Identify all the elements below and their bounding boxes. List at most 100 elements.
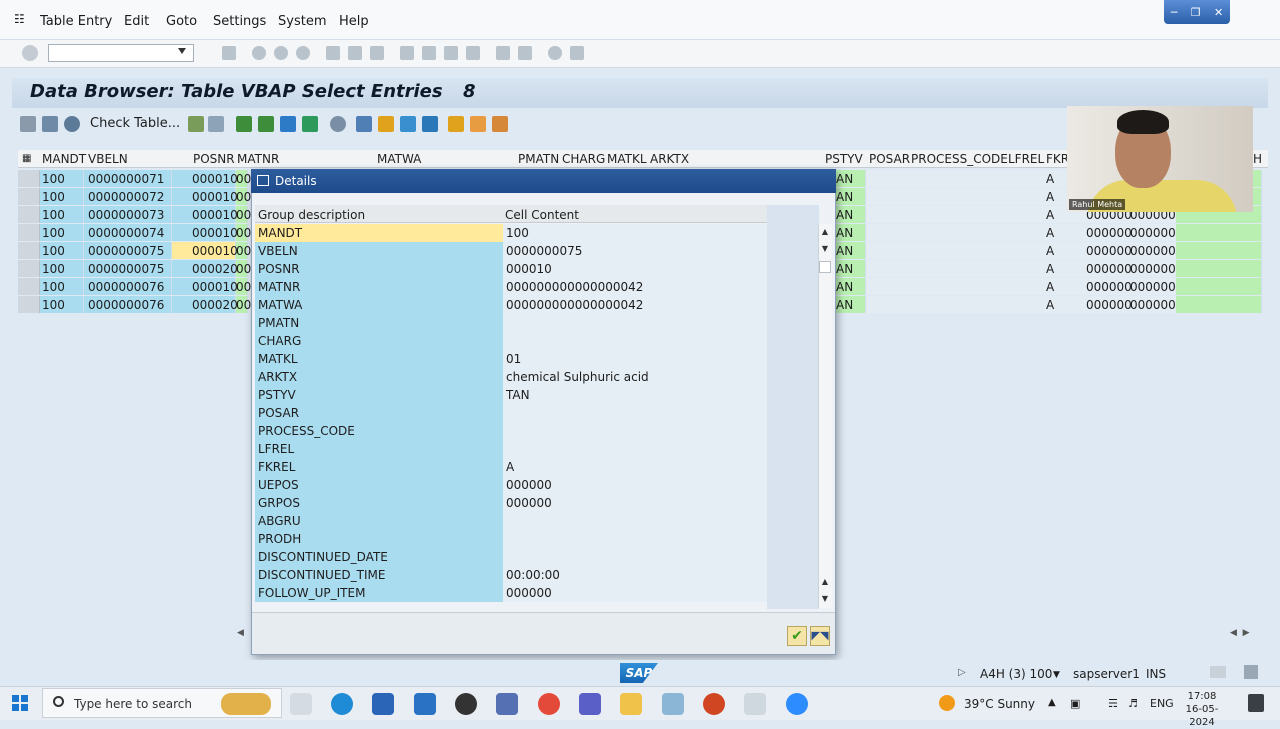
lock-icon[interactable] bbox=[1244, 665, 1258, 679]
cell-content[interactable]: 000000 bbox=[503, 584, 767, 602]
last-page-icon[interactable] bbox=[466, 46, 480, 60]
cell-grpos[interactable]: 000000 bbox=[1130, 262, 1176, 276]
cell-matnr[interactable]: 00 bbox=[236, 298, 251, 312]
cell-vbeln[interactable]: 0000000074 bbox=[88, 226, 164, 240]
check-table-button[interactable]: Check Table... bbox=[90, 116, 180, 131]
col-header-posnr[interactable]: POSNR bbox=[193, 152, 235, 166]
chevron-down-icon[interactable] bbox=[178, 48, 186, 54]
cell-pstyv[interactable]: AN bbox=[836, 244, 853, 258]
edge-icon[interactable] bbox=[331, 693, 353, 715]
cell-posnr[interactable]: 000010 bbox=[192, 226, 238, 240]
group-description[interactable]: MANDT bbox=[255, 224, 503, 242]
list-item[interactable]: DISCONTINUED_DATE bbox=[255, 548, 767, 566]
list-item[interactable]: ABGRU bbox=[255, 512, 767, 530]
menu-help[interactable]: Help bbox=[339, 14, 369, 29]
cell-content[interactable] bbox=[503, 530, 767, 548]
cell-content[interactable] bbox=[503, 512, 767, 530]
scroll-right-icon[interactable]: ◀ ▶ bbox=[1230, 628, 1262, 642]
taskbar-search[interactable]: Type here to search bbox=[42, 688, 282, 718]
cell-content[interactable] bbox=[503, 332, 767, 350]
cell-pstyv[interactable]: AN bbox=[836, 226, 853, 240]
exit-icon[interactable] bbox=[274, 46, 288, 60]
cell-content[interactable]: 000000 bbox=[503, 476, 767, 494]
cell-posnr[interactable]: 000010 bbox=[192, 172, 238, 186]
app-icon[interactable] bbox=[496, 693, 518, 715]
col-header-charg[interactable]: CHARG bbox=[562, 152, 605, 166]
cell-content[interactable] bbox=[503, 422, 767, 440]
cell-content[interactable]: TAN bbox=[503, 386, 767, 404]
list-item[interactable]: DISCONTINUED_TIME 00:00:00 bbox=[255, 566, 767, 584]
display-icon[interactable] bbox=[20, 116, 36, 132]
cell-grpos[interactable]: 000000 bbox=[1130, 226, 1176, 240]
continue-button[interactable]: ✔ bbox=[787, 626, 807, 646]
first-page-icon[interactable] bbox=[400, 46, 414, 60]
cell-mandt[interactable]: 100 bbox=[42, 244, 65, 258]
cell-fkrel[interactable]: A bbox=[1046, 226, 1054, 240]
cell-posnr[interactable]: 000010 bbox=[192, 208, 238, 222]
col-header-lfrel[interactable]: LFREL bbox=[1008, 152, 1044, 166]
dialog-title-bar[interactable]: Details bbox=[251, 169, 836, 193]
cell-grpos[interactable]: 000000 bbox=[1130, 298, 1176, 312]
group-description[interactable]: PMATN bbox=[255, 314, 503, 332]
zoom-icon[interactable] bbox=[786, 693, 808, 715]
status-expand-icon[interactable]: ▷ bbox=[958, 667, 966, 678]
cell-uepos[interactable]: 000000 bbox=[1086, 226, 1132, 240]
previous-page-icon[interactable] bbox=[422, 46, 436, 60]
list-item[interactable]: PRODH bbox=[255, 530, 767, 548]
cell-grpos[interactable]: 000000 bbox=[1130, 244, 1176, 258]
cell-vbeln[interactable]: 0000000076 bbox=[88, 298, 164, 312]
store-icon[interactable] bbox=[372, 693, 394, 715]
cell-matnr[interactable]: 00 bbox=[236, 172, 251, 186]
cell-fkrel[interactable]: A bbox=[1046, 262, 1054, 276]
cell-matnr[interactable]: 00 bbox=[236, 280, 251, 294]
list-item[interactable]: MATWA 000000000000000042 bbox=[255, 296, 767, 314]
help-icon[interactable] bbox=[548, 46, 562, 60]
cell-content[interactable]: 100 bbox=[503, 224, 767, 242]
group-description[interactable]: MATWA bbox=[255, 296, 503, 314]
group-description[interactable]: PROCESS_CODE bbox=[255, 422, 503, 440]
group-description[interactable]: POSAR bbox=[255, 404, 503, 422]
print-preview-icon[interactable] bbox=[356, 116, 372, 132]
language-indicator[interactable]: ENG bbox=[1150, 697, 1174, 710]
command-field[interactable] bbox=[48, 44, 194, 62]
close-icon[interactable]: ✕ bbox=[1214, 6, 1223, 19]
menu-goto[interactable]: Goto bbox=[166, 14, 197, 29]
group-description[interactable]: UEPOS bbox=[255, 476, 503, 494]
cell-content[interactable] bbox=[503, 548, 767, 566]
cell-fkrel[interactable]: A bbox=[1046, 208, 1054, 222]
select-all-icon[interactable]: ▦ bbox=[22, 153, 31, 164]
scroll-thumb[interactable] bbox=[819, 261, 831, 273]
scroll-down-icon[interactable]: ▼ bbox=[820, 244, 830, 254]
sum-icon[interactable] bbox=[302, 116, 318, 132]
col-header-mandt[interactable]: MANDT bbox=[42, 152, 86, 166]
cell-content[interactable] bbox=[503, 314, 767, 332]
speaker-icon[interactable]: ♬ bbox=[1128, 697, 1138, 710]
cell-content[interactable]: 000000000000000042 bbox=[503, 278, 767, 296]
minimize-icon[interactable]: ─ bbox=[1171, 6, 1178, 19]
refresh-icon[interactable] bbox=[64, 116, 80, 132]
menu-settings[interactable]: Settings bbox=[213, 14, 266, 29]
row-selector[interactable] bbox=[18, 242, 40, 259]
list-item[interactable]: ARKTX chemical Sulphuric acid bbox=[255, 368, 767, 386]
cell-fkrel[interactable]: A bbox=[1046, 244, 1054, 258]
col-header-matkl[interactable]: MATKL bbox=[607, 152, 647, 166]
layout-icon[interactable] bbox=[570, 46, 584, 60]
tray-chevron-up-icon[interactable]: ▲ bbox=[1048, 697, 1056, 708]
list-item[interactable]: FOLLOW_UP_ITEM 000000 bbox=[255, 584, 767, 602]
save-icon[interactable] bbox=[222, 46, 236, 60]
list-item[interactable]: MATKL 01 bbox=[255, 350, 767, 368]
menu-table-entry[interactable]: Table Entry bbox=[40, 14, 112, 29]
list-item[interactable]: PSTYV TAN bbox=[255, 386, 767, 404]
group-description[interactable]: MATNR bbox=[255, 278, 503, 296]
col-header-arktx[interactable]: ARKTX bbox=[650, 152, 689, 166]
cell-vbeln[interactable]: 0000000071 bbox=[88, 172, 164, 186]
change-layout-icon[interactable] bbox=[470, 116, 486, 132]
scroll-left-icon[interactable]: ◀ bbox=[237, 628, 249, 642]
new-session-icon[interactable] bbox=[496, 46, 510, 60]
shortcut-icon[interactable] bbox=[518, 46, 532, 60]
menu-icon[interactable]: ☷ bbox=[14, 12, 25, 26]
col-header-process-code[interactable]: PROCESS_CODE bbox=[911, 152, 1008, 166]
list-item[interactable]: GRPOS 000000 bbox=[255, 494, 767, 512]
sap-gui-icon[interactable] bbox=[744, 693, 766, 715]
layout-grid-icon[interactable] bbox=[448, 116, 464, 132]
